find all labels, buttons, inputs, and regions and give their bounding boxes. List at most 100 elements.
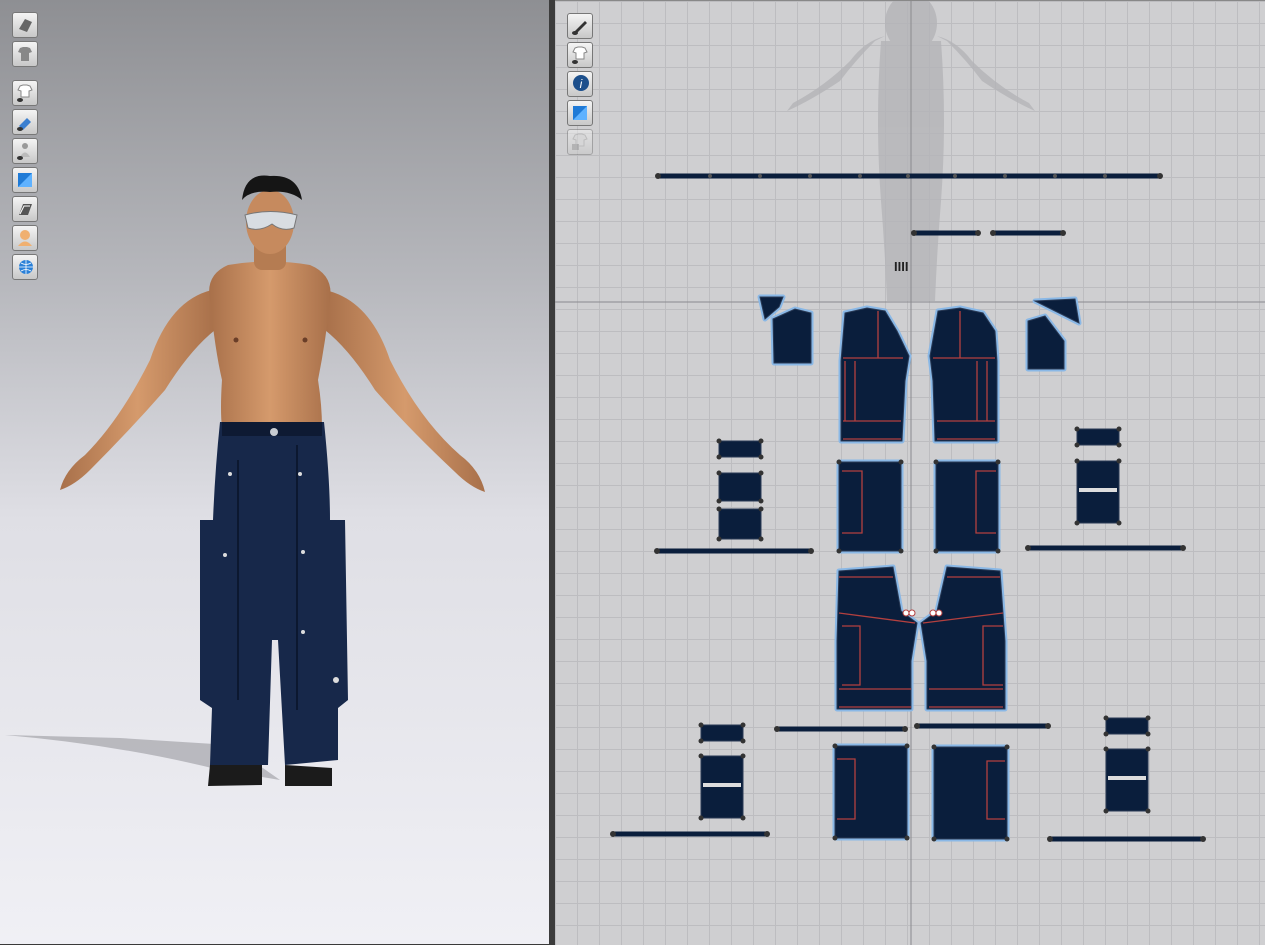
- middle-panel-right-point[interactable]: [933, 459, 939, 465]
- lock-icon[interactable]: [567, 129, 593, 155]
- avatar-model[interactable]: [0, 0, 549, 944]
- strip-bottom-left[interactable]: [613, 831, 767, 837]
- small-tab-right-2-point[interactable]: [1145, 731, 1151, 737]
- small-rect-left-1-point[interactable]: [758, 470, 764, 476]
- waistband-notch[interactable]: [808, 174, 812, 178]
- strip-mid-right[interactable]: [1028, 545, 1183, 551]
- small-rect-left-2-point[interactable]: [716, 506, 722, 512]
- middle-panel-left-point[interactable]: [836, 548, 842, 554]
- small-rect-right-1-point[interactable]: [1116, 458, 1122, 464]
- middle-panel-left-point[interactable]: [898, 548, 904, 554]
- small-rect-left-1-fill[interactable]: [718, 472, 762, 502]
- waistband-notch[interactable]: [858, 174, 862, 178]
- belt-loop-strip-right-point[interactable]: [1060, 230, 1066, 236]
- texture-2d-icon[interactable]: [567, 100, 593, 126]
- bottom-panel-right-point[interactable]: [931, 836, 937, 842]
- bottom-panel-left-fill[interactable]: [834, 745, 908, 839]
- small-tab-right-1-fill[interactable]: [1076, 428, 1120, 446]
- small-tab-right-2-point[interactable]: [1103, 715, 1109, 721]
- small-rect-right-1-point[interactable]: [1116, 520, 1122, 526]
- small-tab-right-1-point[interactable]: [1116, 426, 1122, 432]
- small-rect-right-2-point[interactable]: [1103, 808, 1109, 814]
- small-rect-right-2-point[interactable]: [1145, 808, 1151, 814]
- pen-tool-icon[interactable]: [567, 13, 593, 39]
- bottom-panel-left-point[interactable]: [904, 835, 910, 841]
- strip-lower-right-point[interactable]: [914, 723, 920, 729]
- waistband-notch[interactable]: [1053, 174, 1057, 178]
- small-rect-left-2-fill[interactable]: [718, 508, 762, 540]
- belt-loops-label[interactable]: IIII: [894, 259, 908, 274]
- bottom-panel-right-point[interactable]: [931, 744, 937, 750]
- waistband-notch[interactable]: [1003, 174, 1007, 178]
- crotch-point[interactable]: [935, 609, 943, 617]
- crotch-point[interactable]: [908, 609, 916, 617]
- strip-mid-left[interactable]: [657, 548, 811, 554]
- waistband-notch[interactable]: [906, 174, 910, 178]
- small-tab-right-1-point[interactable]: [1074, 442, 1080, 448]
- small-rect-right-2-stripe[interactable]: [1108, 776, 1146, 780]
- strip-lower-left[interactable]: [777, 726, 905, 732]
- show-shirt-icon[interactable]: [567, 42, 593, 68]
- waistband-strip-point[interactable]: [655, 173, 661, 179]
- strip-mid-right-point[interactable]: [1180, 545, 1186, 551]
- lower-leg-left-fill[interactable]: [836, 566, 918, 710]
- middle-panel-right-fill[interactable]: [935, 461, 999, 552]
- strip-bottom-right-point[interactable]: [1200, 836, 1206, 842]
- small-tab-left-1-point[interactable]: [716, 438, 722, 444]
- strip-mid-left-point[interactable]: [654, 548, 660, 554]
- pattern-canvas[interactable]: IIII: [555, 1, 1265, 945]
- middle-panel-right-point[interactable]: [995, 459, 1001, 465]
- small-rect-left-3-point[interactable]: [740, 753, 746, 759]
- strip-mid-right-point[interactable]: [1025, 545, 1031, 551]
- lower-leg-right-fill[interactable]: [920, 566, 1006, 710]
- small-tab-left-1-point[interactable]: [758, 438, 764, 444]
- strip-lower-right[interactable]: [917, 723, 1048, 729]
- small-rect-left-1-point[interactable]: [716, 498, 722, 504]
- small-rect-left-2-point[interactable]: [758, 536, 764, 542]
- small-tab-left-1-point[interactable]: [716, 454, 722, 460]
- small-tab-right-2-point[interactable]: [1103, 731, 1109, 737]
- strip-lower-right-point[interactable]: [1045, 723, 1051, 729]
- middle-panel-left-point[interactable]: [898, 459, 904, 465]
- small-tab-left-1-point[interactable]: [758, 454, 764, 460]
- small-rect-right-1-stripe[interactable]: [1079, 488, 1117, 492]
- small-rect-left-3-point[interactable]: [740, 815, 746, 821]
- belt-loop-strip-left-point[interactable]: [911, 230, 917, 236]
- info-icon[interactable]: i: [567, 71, 593, 97]
- small-rect-left-2-point[interactable]: [716, 536, 722, 542]
- belt-loop-strip-left-point[interactable]: [975, 230, 981, 236]
- small-tab-left-1-fill[interactable]: [718, 440, 762, 458]
- small-rect-left-3-point[interactable]: [698, 753, 704, 759]
- small-rect-left-3-point[interactable]: [698, 815, 704, 821]
- small-tab-left-2-point[interactable]: [740, 738, 746, 744]
- middle-panel-left-fill[interactable]: [838, 461, 902, 552]
- waistband-notch[interactable]: [708, 174, 712, 178]
- small-rect-right-2-point[interactable]: [1145, 746, 1151, 752]
- middle-panel-right-point[interactable]: [995, 548, 1001, 554]
- small-tab-left-2-fill[interactable]: [700, 724, 744, 742]
- small-tab-right-1-point[interactable]: [1074, 426, 1080, 432]
- small-tab-left-2-point[interactable]: [740, 722, 746, 728]
- strip-bottom-right[interactable]: [1050, 836, 1203, 842]
- small-tab-left-2-point[interactable]: [698, 722, 704, 728]
- strip-mid-left-point[interactable]: [808, 548, 814, 554]
- middle-panel-right-point[interactable]: [933, 548, 939, 554]
- small-tab-right-2-point[interactable]: [1145, 715, 1151, 721]
- small-rect-right-2-point[interactable]: [1103, 746, 1109, 752]
- belt-loop-strip-right[interactable]: [993, 230, 1063, 236]
- strip-bottom-left-point[interactable]: [610, 831, 616, 837]
- belt-loop-strip-left[interactable]: [914, 230, 978, 236]
- side-piece-left-fill[interactable]: [772, 308, 812, 364]
- crotch-point[interactable]: [929, 609, 937, 617]
- small-rect-left-3-stripe[interactable]: [703, 783, 741, 787]
- strip-lower-left-point[interactable]: [774, 726, 780, 732]
- bottom-panel-left-point[interactable]: [904, 743, 910, 749]
- small-rect-right-1-point[interactable]: [1074, 520, 1080, 526]
- small-tab-right-1-point[interactable]: [1116, 442, 1122, 448]
- strip-bottom-left-point[interactable]: [764, 831, 770, 837]
- waistband-notch[interactable]: [1103, 174, 1107, 178]
- small-rect-left-1-point[interactable]: [758, 498, 764, 504]
- middle-panel-left-point[interactable]: [836, 459, 842, 465]
- bottom-panel-right-point[interactable]: [1004, 744, 1010, 750]
- strip-bottom-right-point[interactable]: [1047, 836, 1053, 842]
